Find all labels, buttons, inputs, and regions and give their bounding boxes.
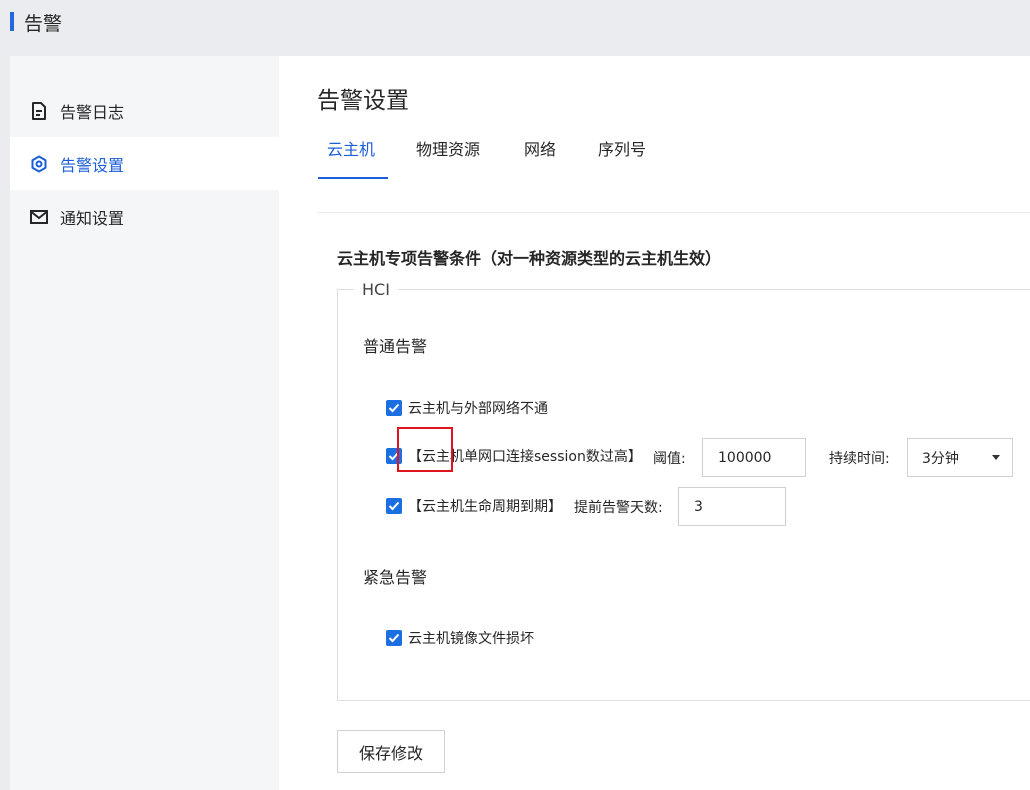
page-title: 告警设置 bbox=[317, 88, 409, 114]
urgent-alarm-title: 紧急告警 bbox=[363, 568, 428, 587]
alarm-row-external-network: 云主机与外部网络不通 bbox=[386, 389, 548, 427]
alarm-label: 云主机与外部网络不通 bbox=[408, 401, 548, 417]
threshold-label: 阈值: bbox=[653, 451, 686, 467]
sidebar-item-label: 通知设置 bbox=[60, 208, 125, 228]
tab-physical-resources[interactable]: 物理资源 bbox=[416, 136, 480, 180]
document-icon bbox=[29, 101, 49, 121]
highlight-box bbox=[397, 427, 453, 472]
title-accent-bar bbox=[10, 12, 14, 31]
top-bar: 告警 bbox=[0, 0, 1030, 46]
duration-select[interactable]: 3分钟 bbox=[907, 438, 1013, 477]
section-title: 云主机专项告警条件（对一种资源类型的云主机生效） bbox=[337, 249, 722, 268]
sidebar-item-notify-settings[interactable]: 通知设置 bbox=[10, 190, 279, 243]
mail-icon bbox=[29, 207, 49, 227]
tab-divider bbox=[317, 212, 1030, 213]
alarm-row-image-corrupt: 云主机镜像文件损坏 bbox=[386, 619, 534, 657]
app-title: 告警 bbox=[24, 13, 63, 35]
alarm-label: 云主机镜像文件损坏 bbox=[408, 631, 534, 647]
fieldset-legend: HCI bbox=[354, 280, 398, 299]
duration-value: 3分钟 bbox=[922, 450, 959, 467]
advance-days-label: 提前告警天数: bbox=[574, 500, 663, 516]
tab-vm[interactable]: 云主机 bbox=[327, 136, 375, 180]
sidebar: 告警日志 告警设置 通知设置 bbox=[10, 56, 279, 790]
active-tab-indicator bbox=[318, 177, 388, 179]
tab-network[interactable]: 网络 bbox=[524, 136, 556, 180]
main-panel: 告警设置 云主机 物理资源 网络 序列号 云主机专项告警条件（对一种资源类型的云… bbox=[279, 56, 1030, 790]
sidebar-item-label: 告警日志 bbox=[60, 102, 125, 122]
checkbox-lifecycle[interactable] bbox=[386, 498, 402, 514]
advance-days-input[interactable]: 3 bbox=[678, 487, 786, 526]
alarm-row-lifecycle: 【云主机生命周期到期】 bbox=[386, 487, 562, 525]
chevron-down-icon bbox=[992, 455, 1000, 460]
sidebar-item-alarm-settings[interactable]: 告警设置 bbox=[10, 137, 279, 190]
sidebar-item-label: 告警设置 bbox=[60, 155, 125, 175]
sidebar-item-alarm-log[interactable]: 告警日志 bbox=[10, 84, 279, 137]
hci-fieldset: HCI 普通告警 云主机与外部网络不通 【云主机单网口连接session数过高】… bbox=[337, 280, 1030, 701]
normal-alarm-title: 普通告警 bbox=[363, 337, 428, 356]
hexagon-settings-icon bbox=[29, 154, 49, 174]
tab-serial-number[interactable]: 序列号 bbox=[598, 136, 646, 180]
threshold-input[interactable]: 100000 bbox=[702, 438, 806, 477]
save-button[interactable]: 保存修改 bbox=[337, 730, 445, 773]
checkbox-image-corrupt[interactable] bbox=[386, 630, 402, 646]
duration-label: 持续时间: bbox=[829, 451, 890, 467]
alarm-label: 【云主机生命周期到期】 bbox=[408, 499, 562, 515]
checkbox-external-network[interactable] bbox=[386, 400, 402, 416]
